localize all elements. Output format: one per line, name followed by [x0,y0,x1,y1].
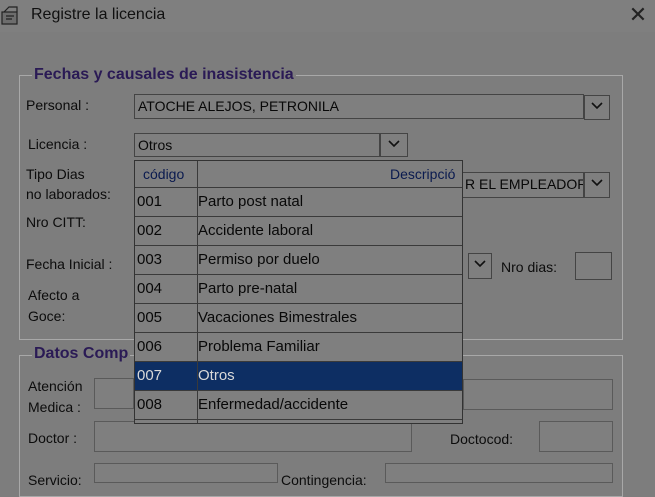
doctocod-input[interactable] [539,421,613,452]
chevron-down-icon [591,179,603,187]
fecha-inicial-label: Fecha Inicial : [26,256,113,272]
doctor-input[interactable] [94,421,412,452]
tipo-dias-dropdown-button[interactable] [584,172,610,198]
nro-dias-input[interactable] [575,252,612,280]
contingencia-input[interactable] [385,463,613,483]
option-description: Parto pre-natal [198,280,298,297]
column-divider [197,161,198,423]
app-icon [0,6,22,26]
option-description: Enfermedad/accidente [198,396,349,413]
chevron-down-icon [474,260,486,268]
atencion-medica-label-line1: Atención [28,378,83,394]
section-datos-legend: Datos Comp [32,345,131,363]
doctor-label: Doctor : [28,430,78,446]
atencion-medica-input-2[interactable] [463,379,613,410]
option-code: 007 [137,367,163,384]
tipo-dias-label-line1: Tipo Dias [26,166,85,182]
servicio-input[interactable] [94,463,278,483]
option-description: Vacaciones Bimestrales [198,309,357,326]
section-fechas-legend: Fechas y causales de inasistencia [32,66,296,84]
option-description: Parto post natal [198,193,304,210]
personal-dropdown-button[interactable] [584,95,610,120]
personal-label: Personal : [26,97,90,113]
dropdown-option[interactable]: 004 Parto pre-natal [135,275,462,304]
dropdown-option[interactable]: 008 Enfermedad/accidente [135,391,462,420]
option-description: Problema Familiar [198,338,320,355]
dropdown-option[interactable]: 005 Vacaciones Bimestrales [135,304,462,333]
header-descripcion[interactable]: Descripció [390,161,462,187]
servicio-label: Servicio: [28,472,82,488]
chevron-down-icon [388,140,400,148]
licencia-dropdown-button[interactable] [380,133,408,157]
option-description: Permiso por duelo [198,251,320,268]
contingencia-label: Contingencia: [281,472,367,488]
option-code: 002 [137,222,163,239]
licencia-label: Licencia : [28,136,88,152]
option-code: 004 [137,280,163,297]
atencion-medica-input[interactable] [94,378,134,409]
licencia-dropdown-list[interactable]: código Descripció 001 Parto post natal 002… [134,160,463,424]
chevron-down-icon [591,102,603,110]
option-description: Accidente laboral [198,222,314,239]
tipo-dias-select[interactable]: R EL EMPLEADOR [456,172,584,198]
dropdown-option[interactable]: 001 Parto post natal [135,188,462,217]
tipo-dias-label-line2: no laborados: [26,186,111,202]
header-codigo[interactable]: código [143,161,184,187]
licencia-value: Otros [138,137,173,153]
tipo-dias-value: R EL EMPLEADOR [465,176,584,192]
dropdown-option[interactable]: 002 Accidente laboral [135,217,462,246]
option-code: 006 [137,338,163,355]
option-code: 003 [137,251,163,268]
close-icon[interactable]: ✕ [624,2,652,28]
licencia-select[interactable]: Otros [134,133,380,157]
nro-dias-label: Nro dias: [501,259,558,275]
nro-citt-label: Nro CITT: [26,214,86,230]
personal-select[interactable]: ATOCHE ALEJOS, PETRONILA [134,94,584,119]
afecto-goce-label-line1: Afecto a [28,287,80,303]
option-code: 008 [137,396,163,413]
fecha-inicial-dropdown-button[interactable] [468,253,492,279]
atencion-medica-label-line2: Medica : [28,399,81,415]
dropdown-option[interactable]: 007 Otros [135,362,462,391]
personal-value: ATOCHE ALEJOS, PETRONILA [138,98,339,114]
option-code: 005 [137,309,163,326]
dropdown-option[interactable]: 006 Problema Familiar [135,333,462,362]
doctocod-label: Doctocod: [450,431,514,447]
dropdown-option[interactable]: 003 Permiso por duelo [135,246,462,275]
option-code: 001 [137,193,163,210]
dropdown-header: código Descripció [135,161,462,188]
window-title: Registre la licencia [31,6,166,23]
option-description: Otros [198,367,235,384]
afecto-goce-label-line2: Goce: [28,308,66,324]
